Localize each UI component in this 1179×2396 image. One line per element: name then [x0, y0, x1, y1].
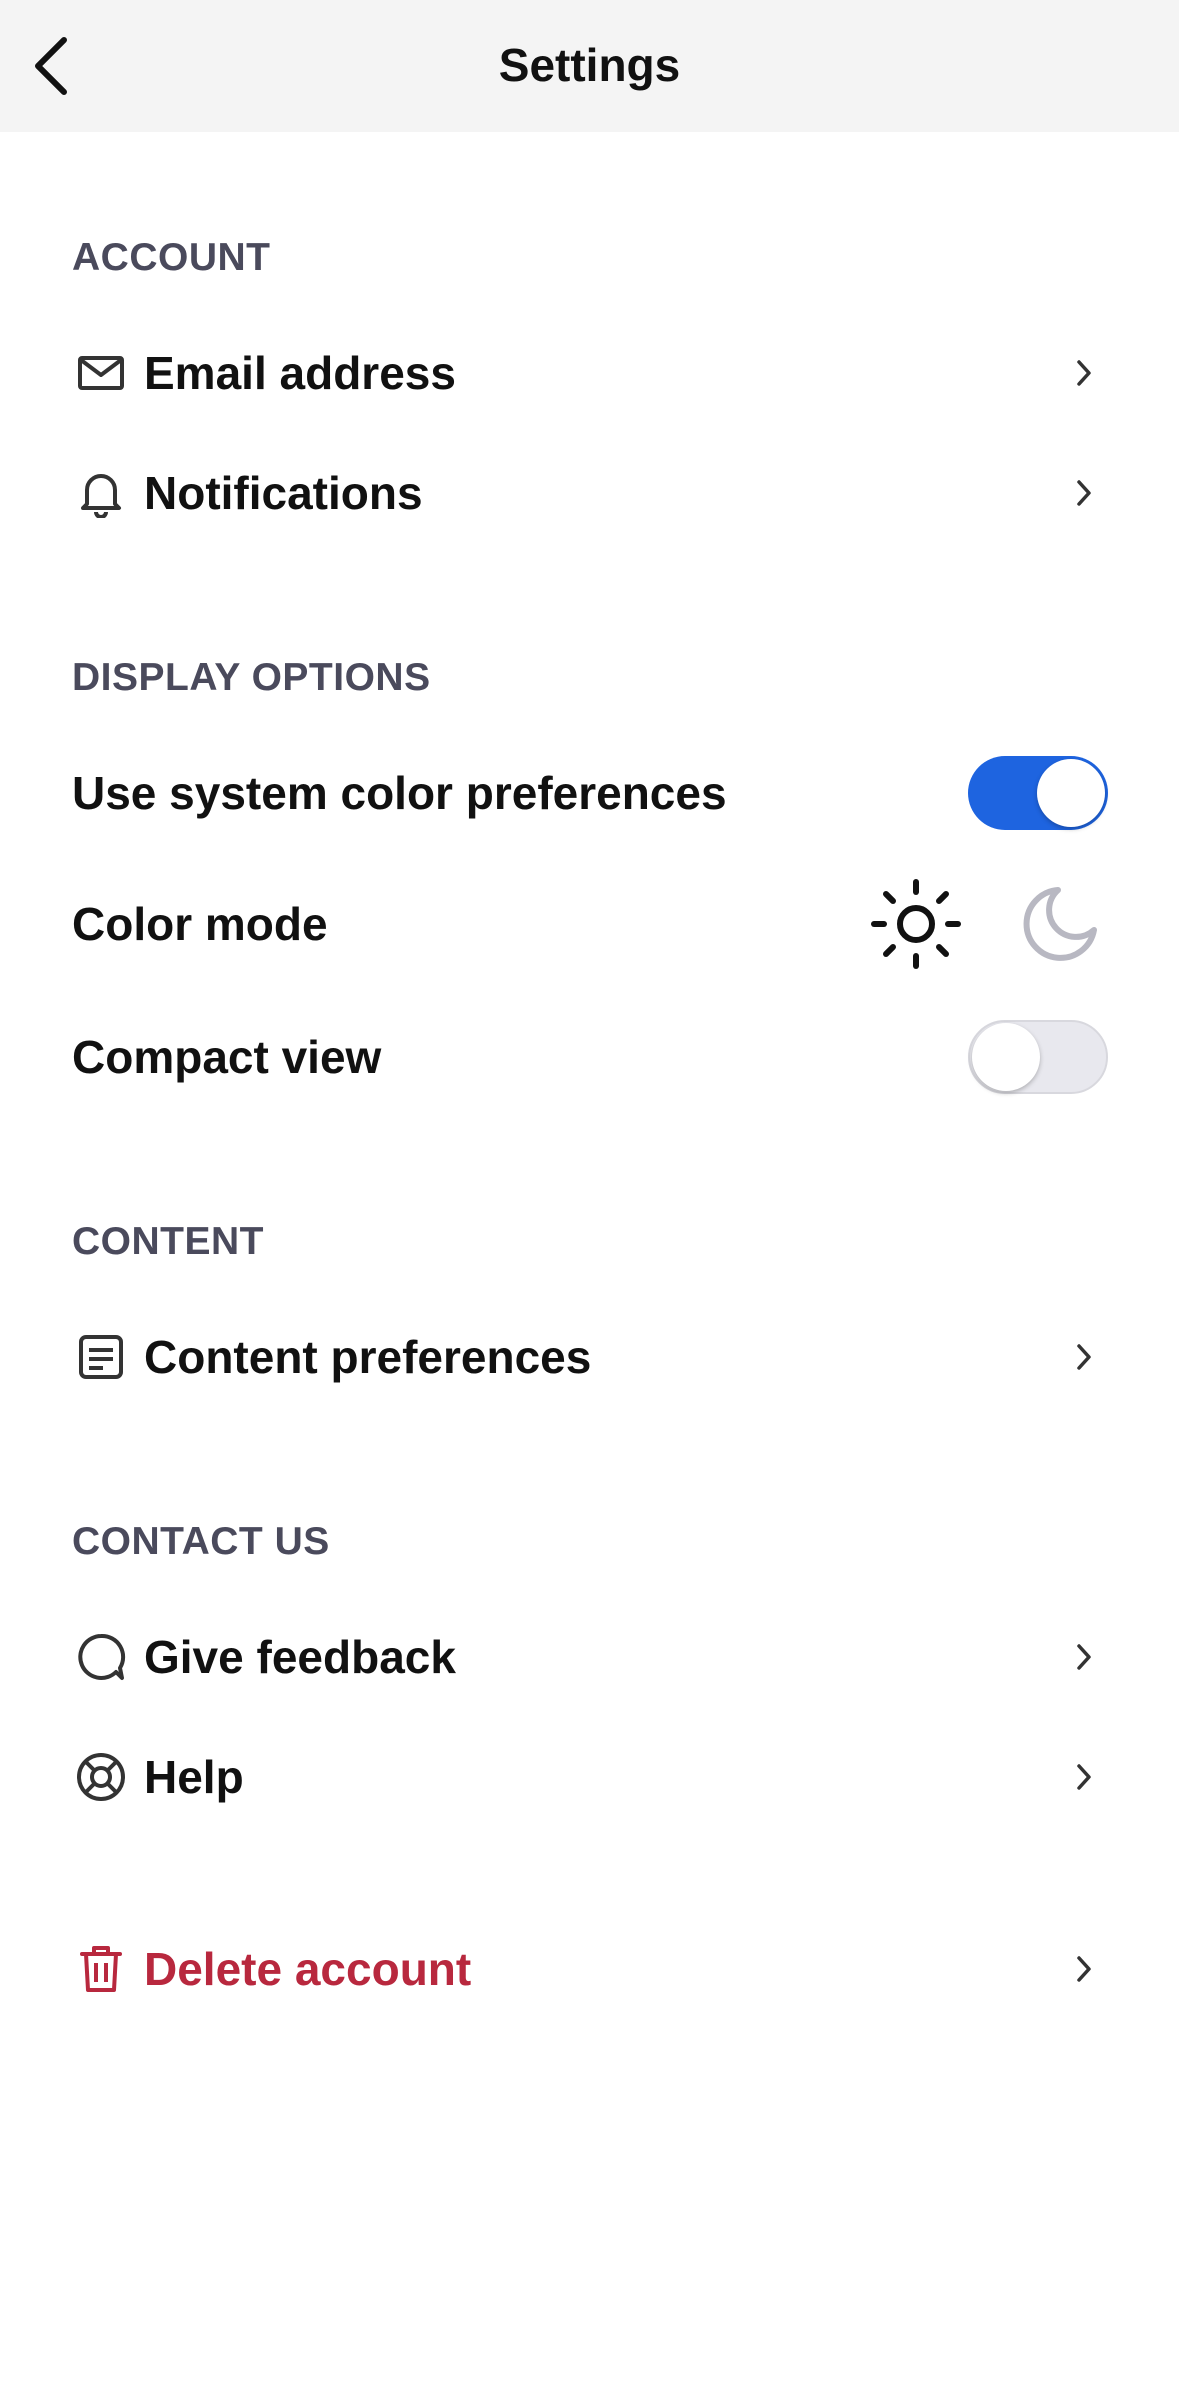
toggle-knob — [972, 1023, 1040, 1091]
help-row[interactable]: Help — [0, 1727, 1179, 1827]
trash-icon — [72, 1940, 130, 1998]
moon-icon[interactable] — [1012, 876, 1108, 972]
section-title-account: ACCOUNT — [72, 236, 271, 279]
system-color-row: Use system color preferences — [0, 743, 1179, 843]
system-color-toggle[interactable] — [968, 756, 1108, 830]
content-preferences-row[interactable]: Content preferences — [0, 1307, 1179, 1407]
chevron-right-icon — [1064, 1757, 1104, 1797]
help-label: Help — [144, 1751, 244, 1803]
delete-account-row[interactable]: Delete account — [0, 1919, 1179, 2019]
email-address-label: Email address — [144, 347, 456, 399]
delete-account-label: Delete account — [144, 1943, 472, 1995]
give-feedback-row[interactable]: Give feedback — [0, 1607, 1179, 1707]
section-title-content: CONTENT — [72, 1220, 264, 1263]
chevron-right-icon — [1064, 353, 1104, 393]
mail-icon — [72, 344, 130, 402]
give-feedback-label: Give feedback — [144, 1631, 456, 1683]
compact-view-toggle[interactable] — [968, 1020, 1108, 1094]
chevron-right-icon — [1064, 1637, 1104, 1677]
email-address-row[interactable]: Email address — [0, 323, 1179, 423]
compact-view-label: Compact view — [72, 1031, 382, 1083]
notifications-row[interactable]: Notifications — [0, 443, 1179, 543]
toggle-knob — [1037, 759, 1105, 827]
bell-icon — [72, 464, 130, 522]
color-mode-row: Color mode — [0, 874, 1179, 974]
section-title-display-options: DISPLAY OPTIONS — [72, 656, 431, 699]
chevron-right-icon — [1064, 1337, 1104, 1377]
content-preferences-label: Content preferences — [144, 1331, 592, 1383]
top-bar: Settings — [0, 0, 1179, 132]
chat-bubble-icon — [72, 1628, 130, 1686]
document-icon — [72, 1328, 130, 1386]
system-color-label: Use system color preferences — [72, 767, 727, 819]
lifebuoy-icon — [72, 1748, 130, 1806]
notifications-label: Notifications — [144, 467, 423, 519]
chevron-right-icon — [1064, 1949, 1104, 1989]
color-mode-label: Color mode — [72, 898, 328, 950]
section-title-contact-us: CONTACT US — [72, 1520, 330, 1563]
page-title: Settings — [498, 39, 681, 91]
compact-view-row: Compact view — [0, 1007, 1179, 1107]
sun-icon[interactable] — [868, 876, 964, 972]
chevron-right-icon — [1064, 473, 1104, 513]
